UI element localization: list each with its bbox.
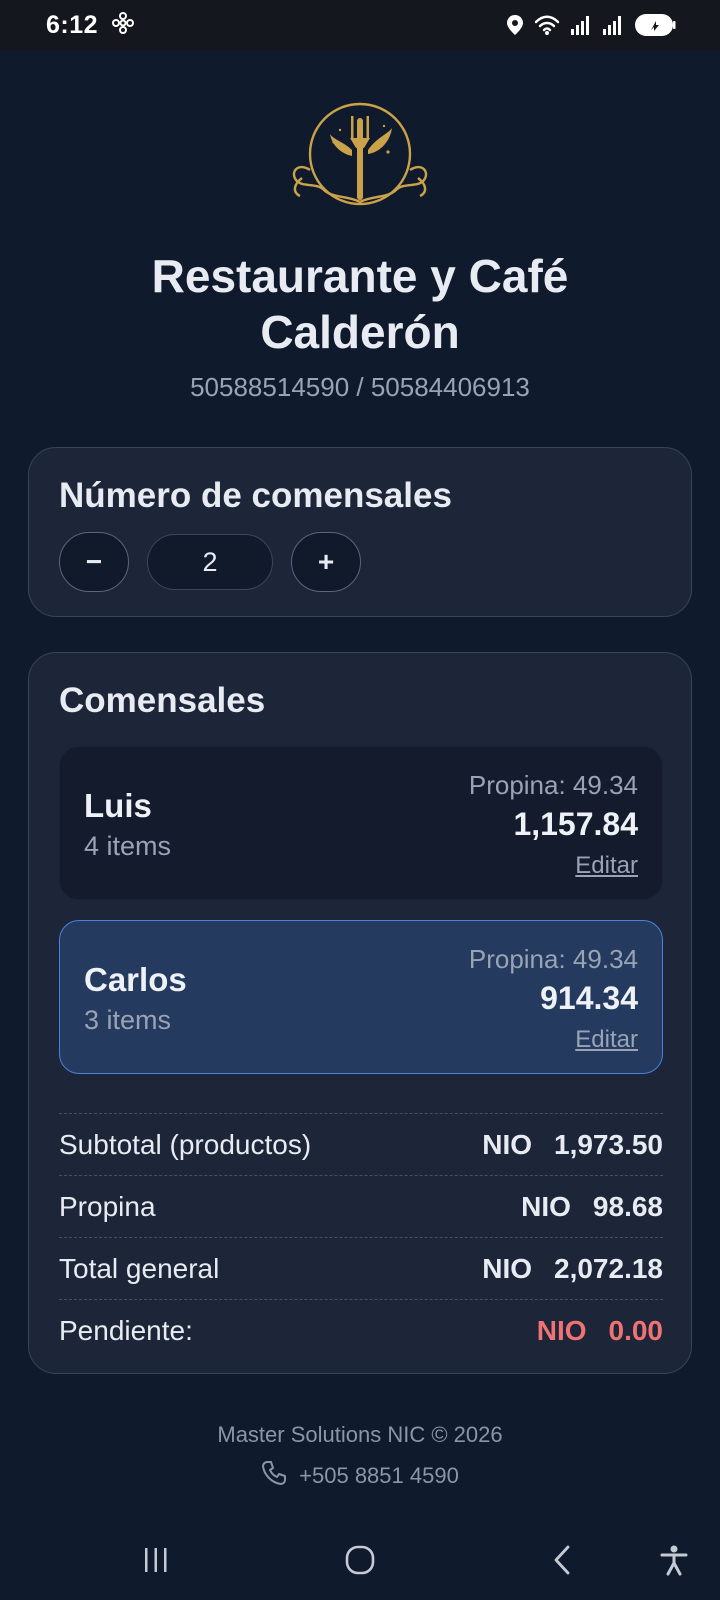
phone-icon — [261, 1460, 287, 1492]
accessibility-icon[interactable] — [652, 1538, 696, 1582]
battery-icon — [634, 13, 676, 37]
total-row: Total general NIO 2,072.18 — [59, 1237, 663, 1299]
footer-brand: Master Solutions NIC © 2026 — [217, 1422, 503, 1447]
diner-total: 914.34 — [540, 980, 638, 1016]
pending-amount: 0.00 — [608, 1314, 664, 1346]
diners-card: Comensales Luis 4 items Propina: 49.34 1… — [28, 652, 692, 1374]
system-nav-bar — [0, 1520, 720, 1600]
total-amount: 2,072.18 — [554, 1252, 663, 1284]
subtotal-amount: 1,973.50 — [554, 1128, 663, 1160]
edit-diner-link[interactable]: Editar — [575, 1023, 638, 1057]
location-icon — [506, 14, 524, 36]
total-value: NIO 2,072.18 — [482, 1253, 663, 1285]
tip-currency: NIO — [521, 1190, 571, 1222]
screen: 6:12 Restaurante y Café Calderón 5058851… — [0, 0, 720, 1600]
diner-items: 4 items — [84, 831, 172, 861]
diner-tip: Propina: 49.34 — [468, 770, 638, 800]
edit-diner-link[interactable]: Editar — [575, 849, 638, 883]
fan-icon — [112, 11, 135, 39]
diners-title: Comensales — [59, 681, 266, 720]
home-icon[interactable] — [338, 1538, 382, 1582]
increment-button[interactable]: + — [291, 532, 361, 592]
diner-name: Carlos — [84, 961, 187, 998]
diner-total: 1,157.84 — [513, 806, 638, 842]
pending-value: NIO 0.00 — [537, 1315, 663, 1347]
restaurant-name: Restaurante y Café Calderón — [151, 250, 569, 358]
signal-icon-2 — [602, 14, 624, 36]
pending-label: Pendiente: — [59, 1314, 193, 1346]
recents-icon[interactable] — [134, 1538, 178, 1582]
back-icon[interactable] — [540, 1538, 584, 1582]
diners-count-value[interactable]: 2 — [147, 534, 273, 590]
tip-amount: 98.68 — [592, 1190, 663, 1222]
tip-label: Propina — [59, 1190, 156, 1222]
wifi-icon — [534, 14, 560, 36]
status-time: 6:12 — [46, 10, 99, 39]
pending-row: Pendiente: NIO 0.00 — [59, 1299, 663, 1361]
diner-name: Luis — [84, 787, 152, 824]
diners-count-card: Número de comensales − 2 + — [28, 447, 692, 617]
total-currency: NIO — [482, 1252, 532, 1284]
footer-phone-number: +505 8851 4590 — [299, 1463, 459, 1488]
restaurant-phones: 50588514590 / 50584406913 — [190, 372, 530, 402]
decrement-button[interactable]: − — [59, 532, 129, 592]
footer-phone[interactable]: +505 8851 4590 — [60, 1460, 660, 1492]
summary: Subtotal (productos) NIO 1,973.50 Propina… — [59, 1113, 663, 1361]
signal-icon — [570, 14, 592, 36]
status-bar: 6:12 — [0, 0, 720, 50]
diner-tip: Propina: 49.34 — [468, 944, 638, 974]
tip-row: Propina NIO 98.68 — [59, 1175, 663, 1237]
restaurant-logo — [280, 100, 440, 212]
tip-value: NIO 98.68 — [521, 1191, 663, 1223]
subtotal-label: Subtotal (productos) — [59, 1128, 312, 1160]
subtotal-currency: NIO — [482, 1128, 532, 1160]
subtotal-row: Subtotal (productos) NIO 1,973.50 — [59, 1113, 663, 1175]
diners-count-title: Número de comensales — [59, 476, 452, 515]
diners-count-stepper: − 2 + — [59, 532, 361, 592]
diner-card-luis[interactable]: Luis 4 items Propina: 49.34 1,157.84 Edi… — [59, 746, 663, 900]
subtotal-value: NIO 1,973.50 — [482, 1129, 663, 1161]
total-label: Total general — [59, 1252, 220, 1284]
pending-currency: NIO — [536, 1314, 587, 1346]
diner-items: 3 items — [84, 1005, 172, 1035]
diner-card-carlos[interactable]: Carlos 3 items Propina: 49.34 914.34 Edi… — [59, 920, 663, 1074]
